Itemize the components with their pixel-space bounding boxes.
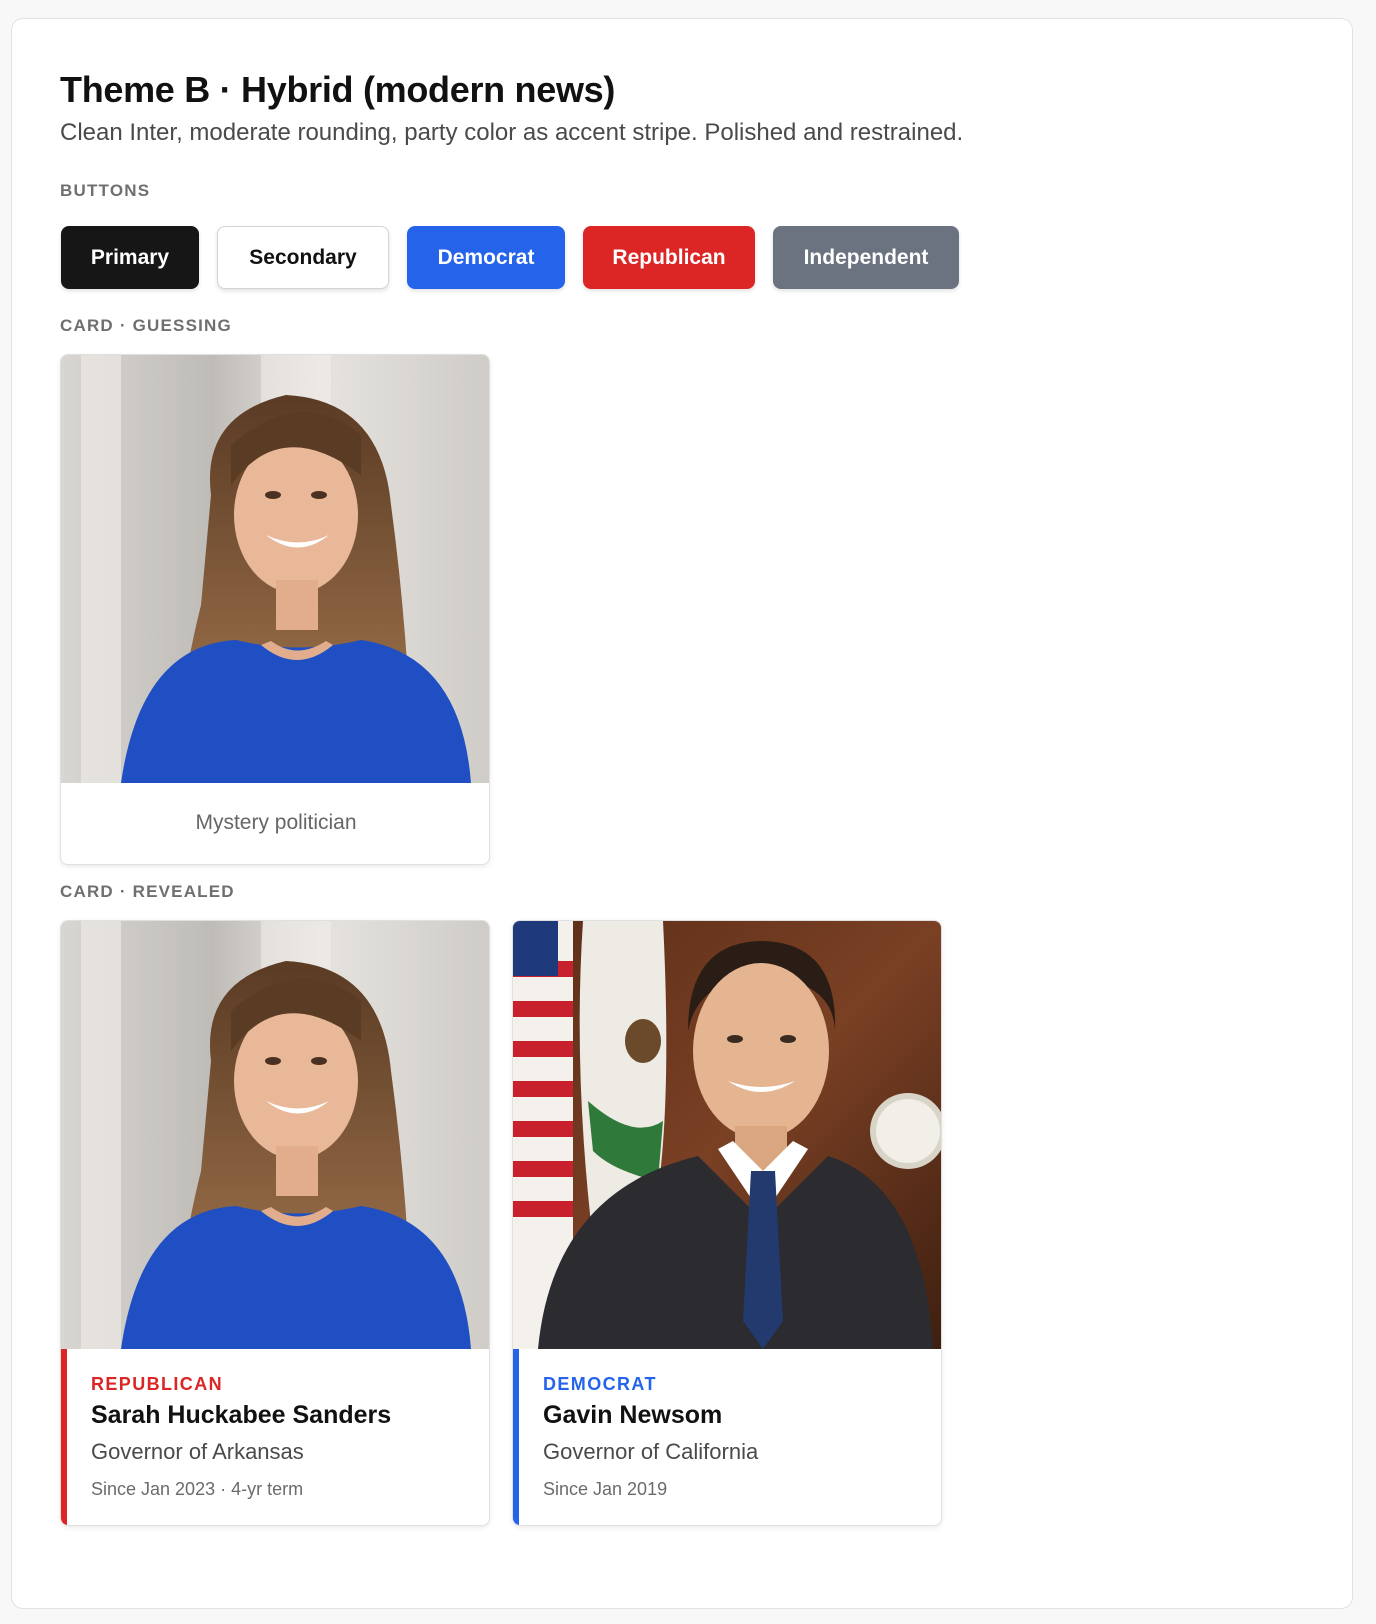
politician-office: Governor of Arkansas (91, 1439, 304, 1464)
page-title: Theme B · Hybrid (modern news) (60, 69, 616, 110)
revealed-card-democrat[interactable]: DEMOCRAT Gavin Newsom Governor of Califo… (512, 920, 942, 1526)
politician-name: Sarah Huckabee Sanders (91, 1401, 392, 1429)
page-subtitle: Clean Inter, moderate rounding, party co… (60, 119, 964, 146)
guessing-section-label: CARD · GUESSING (60, 316, 232, 335)
term-info: Since Jan 2019 (543, 1479, 668, 1499)
politician-photo (513, 921, 941, 1349)
party-accent-stripe (61, 1349, 67, 1525)
politician-name: Gavin Newsom (543, 1401, 723, 1429)
politician-office: Governor of California (543, 1439, 759, 1464)
politician-photo (61, 355, 489, 783)
party-accent-stripe (513, 1349, 519, 1525)
card-info: DEMOCRAT Gavin Newsom Governor of Califo… (513, 1349, 941, 1525)
party-label: DEMOCRAT (543, 1374, 657, 1394)
revealed-section-label: CARD · REVEALED (60, 882, 235, 901)
politician-photo (61, 921, 489, 1349)
party-label: REPUBLICAN (91, 1374, 224, 1394)
democrat-button[interactable]: Democrat (407, 226, 565, 289)
secondary-button[interactable]: Secondary (217, 226, 389, 289)
term-info: Since Jan 2023 · 4-yr term (91, 1479, 304, 1499)
revealed-card-republican[interactable]: REPUBLICAN Sarah Huckabee Sanders Govern… (60, 920, 490, 1526)
card-caption: Mystery politician (195, 811, 357, 834)
republican-button[interactable]: Republican (583, 226, 755, 289)
independent-button[interactable]: Independent (773, 226, 959, 289)
theme-panel: Theme B · Hybrid (modern news) Clean Int… (11, 18, 1353, 1609)
buttons-section-label: BUTTONS (60, 181, 151, 200)
card-info: REPUBLICAN Sarah Huckabee Sanders Govern… (61, 1349, 489, 1525)
primary-button[interactable]: Primary (61, 226, 199, 289)
guessing-card[interactable]: Mystery politician (60, 354, 490, 865)
